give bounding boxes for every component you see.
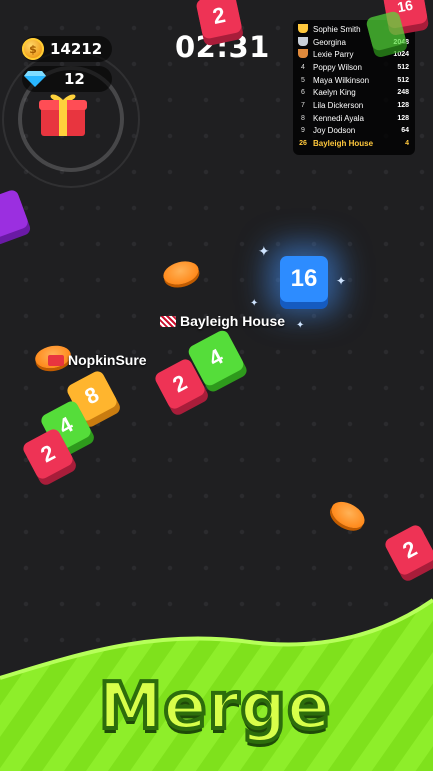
cube-value: 2 xyxy=(398,535,422,564)
cube-value: 4 xyxy=(204,343,228,372)
leaderboard-row: 8 Kennedi Ayala 128 xyxy=(293,112,415,125)
leaderboard-score: 1024 xyxy=(393,51,409,59)
merge-banner-text: Merge xyxy=(97,668,333,746)
flag-icon xyxy=(48,354,64,366)
leaderboard-rank xyxy=(293,36,313,48)
leaderboard-name: Kennedi Ayala xyxy=(313,113,365,123)
leaderboard-row: 6 Kaelyn King 248 xyxy=(293,86,415,99)
leaderboard-score: 4 xyxy=(405,140,409,148)
leaderboard-row: 4 Poppy Wilson 512 xyxy=(293,61,415,74)
leaderboard-rank: 7 xyxy=(301,101,305,109)
gem-count: 12 xyxy=(64,70,85,88)
cube-value: 2 xyxy=(210,2,228,30)
leaderboard-name: Poppy Wilson xyxy=(313,62,362,72)
leaderboard-row: 5 Maya Wilkinson 512 xyxy=(293,74,415,87)
leaderboard-score: 128 xyxy=(397,114,409,122)
opponent-name: NopkinSure xyxy=(68,352,147,368)
gift-box-icon[interactable] xyxy=(38,88,88,138)
leaderboard-name: Kaelyn King xyxy=(313,88,356,98)
cube-value: 8 xyxy=(80,381,104,410)
leaderboard-rank: 9 xyxy=(301,127,305,135)
leaderboard-name: Lila Dickerson xyxy=(313,100,364,110)
leaderboard-name: Joy Dodson xyxy=(313,126,356,136)
sparkle-icon: ✦ xyxy=(296,320,305,331)
leaderboard-rank: 4 xyxy=(301,63,305,71)
leaderboard-row: 9 Joy Dodson 64 xyxy=(293,125,415,138)
leaderboard-row: 7 Lila Dickerson 128 xyxy=(293,99,415,112)
opponent-name-tag: NopkinSure xyxy=(48,352,147,368)
leaderboard-name: Lexie Parry xyxy=(313,50,354,60)
cube-value: 16 xyxy=(290,265,318,292)
player-name-tag: Bayleigh House xyxy=(160,313,285,329)
coin-icon: $ xyxy=(22,38,44,60)
gem-icon xyxy=(24,71,46,87)
leaderboard-row-me: 26 Bayleigh House 4 xyxy=(293,137,415,150)
cube-value: 2 xyxy=(36,439,60,468)
cube-right-red: 2 xyxy=(382,522,433,578)
leaderboard-rank: 5 xyxy=(301,76,305,84)
leaderboard-rank: 6 xyxy=(301,89,305,97)
coin-pickup xyxy=(326,496,370,534)
leaderboard-name: Bayleigh House xyxy=(313,139,374,149)
leaderboard-rank: 8 xyxy=(301,114,305,122)
game-canvas[interactable]: $ 14212 12 02:31 Sophie Smith2048Georgin… xyxy=(0,0,433,771)
leaderboard-rank xyxy=(293,49,313,60)
leaderboard-score: 512 xyxy=(397,63,409,71)
leaderboard-row: Lexie Parry 1024 xyxy=(293,48,415,61)
leaderboard-rank: 26 xyxy=(299,140,307,148)
coin-count: 14212 xyxy=(50,40,103,58)
trophy-icon xyxy=(298,36,308,46)
sparkle-icon: ✦ xyxy=(336,274,347,288)
player-name: Bayleigh House xyxy=(180,313,286,329)
cube-blue-16: 16 xyxy=(280,256,328,302)
leaderboard-score: 512 xyxy=(397,76,409,84)
gem-counter: 12 xyxy=(22,66,112,92)
cube-value: 16 xyxy=(395,0,415,16)
flag-icon xyxy=(160,315,176,327)
leaderboard-score: 248 xyxy=(397,89,409,97)
leaderboard-name: Maya Wilkinson xyxy=(313,75,370,85)
cube-value: 2 xyxy=(168,369,192,398)
sparkle-icon: ✦ xyxy=(250,298,259,309)
coin-pickup xyxy=(160,257,202,289)
leaderboard-score: 128 xyxy=(397,101,409,109)
trophy-icon xyxy=(298,23,308,33)
cube-left-purple xyxy=(0,188,30,240)
leaderboard-score: 64 xyxy=(401,127,409,135)
trophy-icon xyxy=(298,49,308,59)
coin-counter: $ 14212 xyxy=(22,36,112,62)
sparkle-icon: ✦ xyxy=(258,244,270,260)
leaderboard-rank xyxy=(293,23,313,35)
